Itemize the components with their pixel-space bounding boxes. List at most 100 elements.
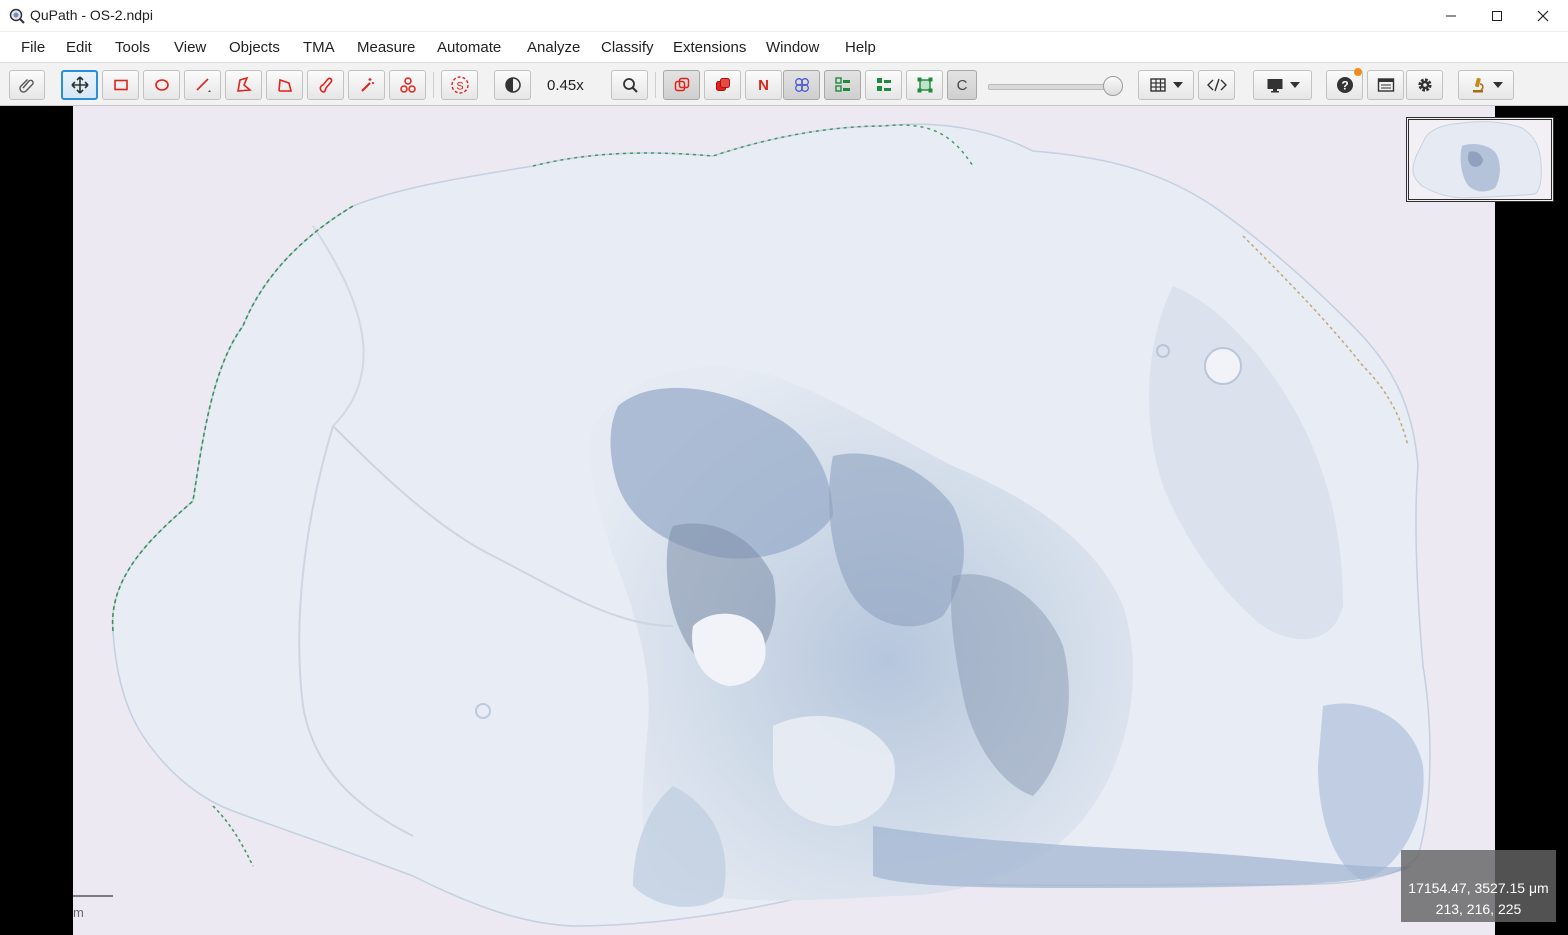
menu-help[interactable]: Help [845, 39, 876, 56]
code-icon [1206, 78, 1227, 92]
show-annotations-button[interactable] [663, 70, 700, 100]
close-icon [1537, 10, 1549, 22]
menu-tools[interactable]: Tools [115, 39, 150, 56]
analysis-pane-button[interactable] [9, 70, 45, 100]
brush-tool-button[interactable] [307, 70, 344, 100]
polygon-icon [236, 76, 252, 92]
menu-tma[interactable]: TMA [303, 39, 335, 56]
menu-window[interactable]: Window [766, 39, 819, 56]
scale-bar [73, 895, 113, 897]
extensions-button[interactable] [1458, 70, 1514, 100]
brightness-contrast-button[interactable] [494, 70, 531, 100]
opacity-slider-thumb[interactable] [1103, 76, 1123, 96]
window-title: QuPath - OS-2.ndpi [30, 7, 153, 23]
channel-button[interactable]: C [947, 70, 977, 100]
help-icon: ? [1336, 77, 1353, 93]
menu-analyze[interactable]: Analyze [527, 39, 580, 56]
ellipse-tool-button[interactable] [143, 70, 180, 100]
image-viewer[interactable]: m 17154.47, 3527.15 μm 213, 216, 225 [0, 106, 1568, 935]
fill-detections-icon [876, 78, 891, 91]
show-detections-button[interactable] [824, 70, 861, 100]
wand-tool-button[interactable] [348, 70, 385, 100]
line-icon [195, 78, 211, 92]
menu-view[interactable]: View [174, 39, 206, 56]
notification-badge [1354, 68, 1362, 76]
polyline-tool-button[interactable] [266, 70, 303, 100]
preferences-button[interactable] [1406, 70, 1443, 100]
qupath-logo-icon [9, 8, 25, 24]
show-pixel-classification-button[interactable] [906, 70, 943, 100]
line-tool-button[interactable] [184, 70, 221, 100]
menu-classify[interactable]: Classify [601, 39, 654, 56]
menu-measure[interactable]: Measure [357, 39, 415, 56]
script-editor-button[interactable] [1198, 70, 1235, 100]
polyline-icon [277, 78, 292, 92]
zoom-to-fit-button[interactable] [611, 70, 648, 100]
viewer-display-button[interactable] [1253, 70, 1312, 100]
pixel-value: 213, 216, 225 [1435, 901, 1522, 917]
svg-text:?: ? [1341, 79, 1348, 93]
selection-mode-button[interactable]: S [441, 70, 478, 100]
polygon-tool-button[interactable] [225, 70, 262, 100]
close-button[interactable] [1520, 0, 1566, 32]
move-icon [70, 76, 89, 94]
log-button[interactable] [1367, 70, 1404, 100]
gear-icon [1417, 78, 1432, 92]
cursor-location-readout: 17154.47, 3527.15 μm 213, 216, 225 [1401, 850, 1556, 922]
wand-icon [360, 78, 374, 92]
selection-mode-icon: S [450, 76, 469, 94]
maximize-icon [1492, 11, 1502, 21]
minimize-button[interactable] [1428, 0, 1474, 32]
svg-text:S: S [456, 81, 463, 93]
toolbar-separator [433, 72, 434, 98]
fill-detections-button[interactable] [865, 70, 902, 100]
maximize-button[interactable] [1474, 0, 1520, 32]
rectangle-tool-button[interactable] [102, 70, 139, 100]
log-icon [1377, 78, 1394, 92]
paperclip-icon [19, 79, 34, 93]
show-names-button[interactable]: N [745, 70, 782, 100]
monitor-icon [1267, 79, 1282, 93]
channel-button-label: C [956, 76, 968, 94]
zoom-level: 0.45x [547, 77, 584, 94]
contrast-icon [504, 77, 521, 93]
pixel-classification-icon [917, 77, 932, 93]
fill-annotations-icon [715, 78, 730, 91]
title-bar: QuPath - OS-2.ndpi [0, 0, 1568, 32]
chevron-down-icon [1289, 82, 1300, 88]
detections-icon [834, 77, 850, 92]
opacity-slider-track[interactable] [988, 84, 1116, 90]
menu-file[interactable]: File [21, 39, 45, 56]
measurement-tables-button[interactable] [1138, 70, 1194, 100]
points-icon [399, 77, 416, 93]
overview-viewport-rectangle[interactable] [1408, 119, 1552, 200]
slide-overview-thumbnail[interactable] [1406, 117, 1554, 202]
minimize-icon [1446, 15, 1456, 17]
brush-icon [319, 77, 332, 93]
rectangle-icon [113, 79, 128, 91]
microscope-icon [1473, 77, 1484, 93]
menu-objects[interactable]: Objects [229, 39, 280, 56]
toolbar-separator [655, 72, 656, 98]
names-icon: N [758, 76, 769, 94]
table-icon [1150, 78, 1166, 92]
tma-grid-icon [794, 78, 809, 92]
slide-image[interactable] [73, 106, 1495, 935]
scale-bar-label: m [73, 905, 84, 920]
menu-edit[interactable]: Edit [66, 39, 92, 56]
toolbar: S 0.45x N C ? [0, 62, 1568, 106]
fill-annotations-button[interactable] [704, 70, 741, 100]
chevron-down-icon [1173, 82, 1183, 88]
menu-automate[interactable]: Automate [437, 39, 501, 56]
annotations-icon [674, 77, 689, 92]
cursor-coordinates: 17154.47, 3527.15 μm [1408, 880, 1549, 896]
points-tool-button[interactable] [389, 70, 426, 100]
move-tool-button[interactable] [61, 70, 98, 100]
chevron-down-icon [1493, 82, 1503, 88]
tissue-section [111, 123, 1431, 927]
menu-bar: File Edit Tools View Objects TMA Measure… [0, 32, 1568, 62]
ellipse-icon [154, 79, 169, 91]
zoom-icon [622, 78, 638, 93]
show-tma-grid-button[interactable] [783, 70, 820, 100]
menu-extensions[interactable]: Extensions [673, 39, 746, 56]
